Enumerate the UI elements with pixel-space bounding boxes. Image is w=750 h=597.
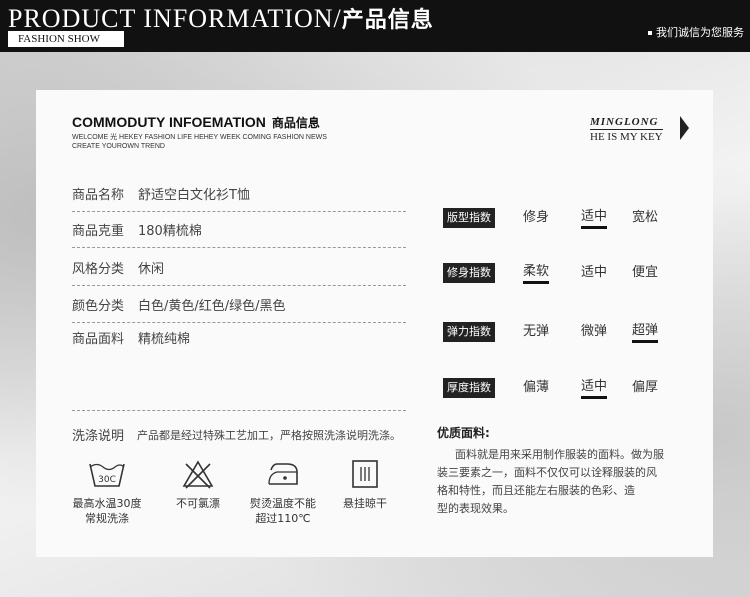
brand-subtitle-2: CREATE YOUROWN TREND bbox=[72, 143, 165, 150]
care-text: 熨烫温度不能 超过110℃ bbox=[238, 496, 328, 526]
info-row-color: 颜色分类 白色/黄色/红色/绿色/黑色 bbox=[72, 296, 406, 318]
index-option: 微弹 bbox=[581, 324, 608, 339]
info-row-name: 商品名称 舒适空白文化衫T恤 bbox=[72, 185, 406, 207]
info-label: 商品名称 bbox=[72, 188, 125, 203]
brand-title-cn: 商品信息 bbox=[271, 116, 320, 130]
divider bbox=[72, 322, 406, 323]
brand-subtitle-1: WELCOME 光 HEKEY FASHION LIFE HEHEY WEEK … bbox=[72, 134, 327, 141]
fabric-title: 优质面料: bbox=[437, 426, 490, 440]
care-text: 不可氯漂 bbox=[153, 496, 243, 511]
logo-arrow-icon bbox=[680, 116, 689, 140]
care-item-iron: 熨烫温度不能 超过110℃ bbox=[238, 458, 328, 526]
info-label: 颜色分类 bbox=[72, 299, 125, 314]
index-option: 宽松 bbox=[632, 210, 659, 225]
index-option: 适中 bbox=[581, 265, 608, 280]
square-bullet-icon bbox=[648, 31, 652, 35]
index-option: 偏厚 bbox=[632, 380, 659, 395]
fabric-line: 格和特性，而且还能左右服装的色彩、造 bbox=[437, 484, 635, 497]
info-label: 风格分类 bbox=[72, 262, 125, 277]
care-text-line: 不可氯漂 bbox=[176, 497, 220, 510]
index-option-selected: 超弹 bbox=[632, 322, 659, 343]
info-row-fabric: 商品面料 精梳纯棉 bbox=[72, 329, 406, 351]
divider bbox=[72, 247, 406, 248]
index-option: 修身 bbox=[523, 210, 550, 225]
index-option-selected: 柔软 bbox=[523, 263, 550, 284]
fabric-line: 装三要素之一，面料不仅仅可以诠释服装的风 bbox=[437, 466, 657, 479]
logo-line-2: HE IS MY KEY bbox=[590, 129, 663, 143]
index-option: 偏薄 bbox=[523, 380, 550, 395]
brand-title-en: COMMODUTY INFOEMATION bbox=[72, 114, 266, 130]
info-label: 商品克重 bbox=[72, 224, 125, 239]
info-value: 180精梳棉 bbox=[138, 224, 202, 239]
care-text-line: 熨烫温度不能 bbox=[250, 497, 316, 510]
header-right-label: 我们诚信为您服务 bbox=[656, 26, 744, 39]
index-row-softness: 修身指数 柔软 适中 便宜 bbox=[443, 263, 673, 284]
info-value: 白色/黄色/红色/绿色/黑色 bbox=[138, 299, 286, 314]
care-item-dry: 悬挂晾干 bbox=[320, 458, 410, 511]
iron-icon bbox=[268, 463, 298, 485]
info-value: 精梳纯棉 bbox=[138, 332, 191, 347]
fabric-line: 面料就是用来采用制作服装的面料。做为服 bbox=[455, 448, 664, 461]
index-tag: 厚度指数 bbox=[443, 378, 495, 398]
brand-block: COMMODUTY INFOEMATION 商品信息 WELCOME 光 HEKE… bbox=[72, 114, 327, 151]
care-text-line: 常规洗涤 bbox=[85, 512, 129, 525]
care-text-line: 超过110℃ bbox=[255, 512, 311, 525]
brand-title: COMMODUTY INFOEMATION 商品信息 bbox=[72, 114, 327, 131]
index-row-fit: 版型指数 修身 适中 宽松 bbox=[443, 208, 673, 229]
hang-dry-icon bbox=[352, 460, 378, 488]
care-item-bleach: 不可氯漂 bbox=[153, 458, 243, 511]
no-bleach-icon bbox=[182, 460, 214, 489]
header-title-en: PRODUCT INFORMATION/ bbox=[8, 4, 342, 33]
care-text: 最高水温30度 常规洗涤 bbox=[62, 496, 152, 526]
divider bbox=[72, 410, 406, 411]
wash-tub-icon: 30C bbox=[89, 463, 125, 487]
index-tag: 修身指数 bbox=[443, 263, 495, 283]
wash-label: 洗涤说明 bbox=[72, 429, 125, 444]
index-row-elastic: 弹力指数 无弹 微弹 超弹 bbox=[443, 322, 673, 343]
info-row-weight: 商品克重 180精梳棉 bbox=[72, 221, 406, 243]
index-row-thickness: 厚度指数 偏薄 适中 偏厚 bbox=[443, 378, 673, 399]
header-subtitle: FASHION SHOW bbox=[8, 31, 124, 47]
info-value: 舒适空白文化衫T恤 bbox=[138, 188, 250, 203]
header-right-text: 我们诚信为您服务 bbox=[648, 24, 744, 40]
logo: MINGLONG HE IS MY KEY bbox=[590, 116, 663, 143]
header-title: PRODUCT INFORMATION/产品信息 bbox=[8, 2, 434, 34]
info-row-style: 风格分类 休闲 bbox=[72, 259, 406, 281]
fabric-line: 型的表现效果。 bbox=[437, 502, 514, 515]
index-option: 便宜 bbox=[632, 265, 659, 280]
divider bbox=[72, 285, 406, 286]
divider bbox=[72, 211, 406, 212]
header-title-cn: 产品信息 bbox=[341, 8, 434, 33]
care-text: 悬挂晾干 bbox=[320, 496, 410, 511]
logo-line-1: MINGLONG bbox=[590, 116, 659, 128]
fabric-body: 面料就是用来采用制作服装的面料。做为服 装三要素之一，面料不仅仅可以诠释服装的风… bbox=[437, 446, 697, 518]
index-option: 无弹 bbox=[523, 324, 550, 339]
info-label: 商品面料 bbox=[72, 332, 125, 347]
wash-temp-label: 30C bbox=[98, 475, 116, 485]
header-banner: PRODUCT INFORMATION/产品信息 FASHION SHOW 我们… bbox=[0, 0, 750, 52]
care-text-line: 悬挂晾干 bbox=[343, 497, 387, 510]
index-tag: 版型指数 bbox=[443, 208, 495, 228]
wash-description: 产品都是经过特殊工艺加工，严格按照洗涤说明洗涤。 bbox=[137, 429, 401, 442]
index-option-selected: 适中 bbox=[581, 208, 608, 229]
index-tag: 弹力指数 bbox=[443, 322, 495, 342]
info-value: 休闲 bbox=[138, 262, 165, 277]
care-text-line: 最高水温30度 bbox=[72, 497, 142, 510]
index-option-selected: 适中 bbox=[581, 378, 608, 399]
care-item-wash: 30C 最高水温30度 常规洗涤 bbox=[62, 458, 152, 526]
